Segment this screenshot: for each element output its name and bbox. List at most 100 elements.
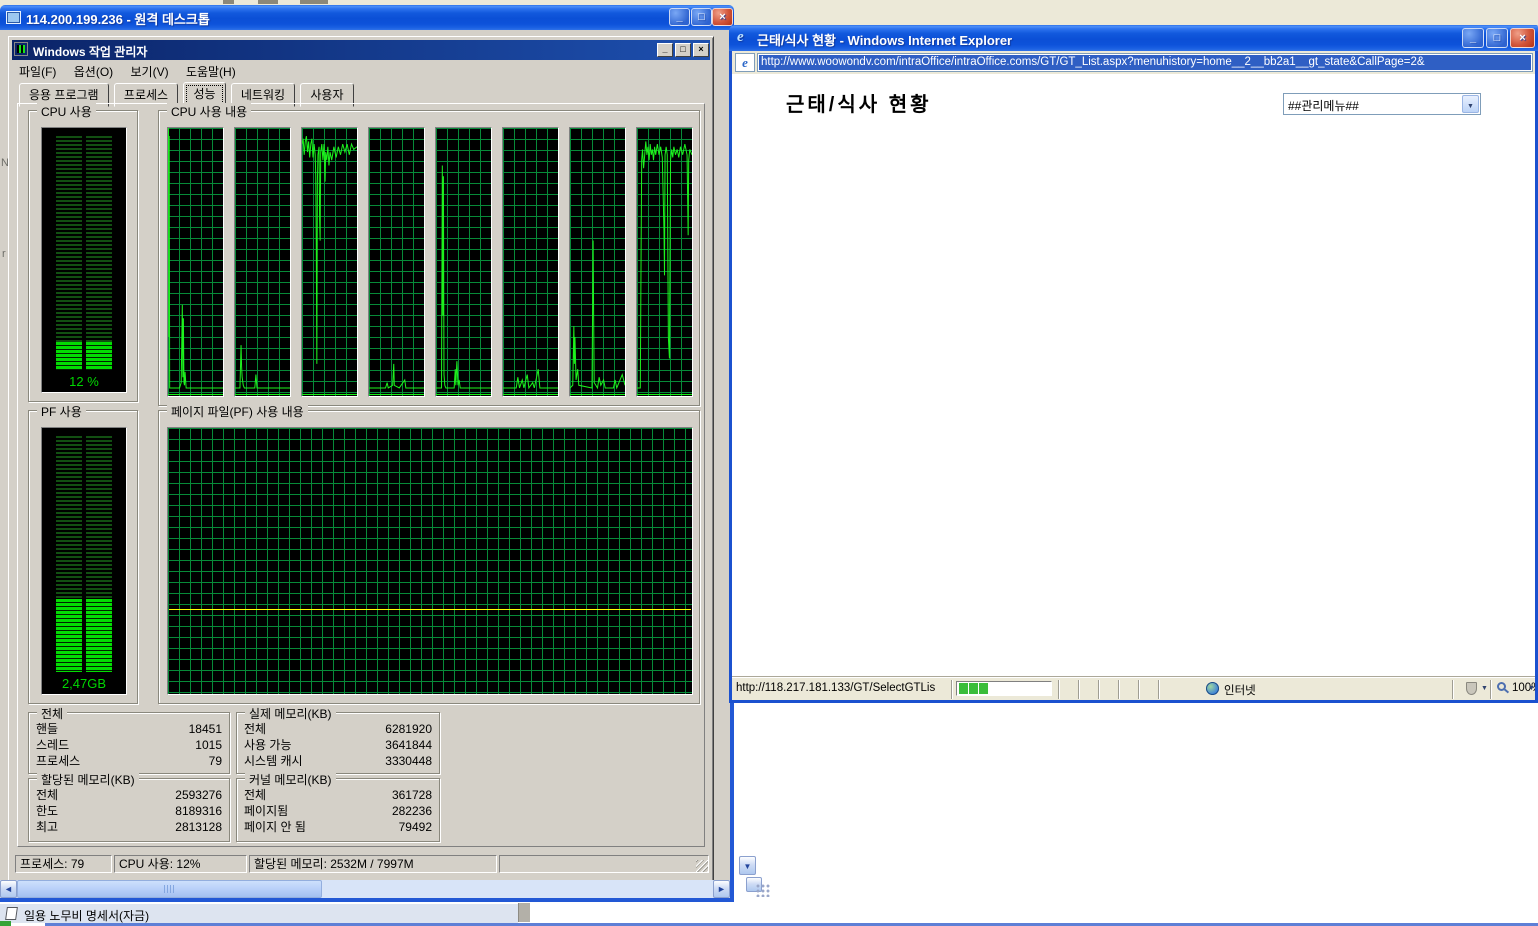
stat-label: 페이지됨 <box>244 803 288 819</box>
taskmgr-titlebar[interactable]: Windows 작업 관리자 _ □ × <box>12 40 710 60</box>
menu-view[interactable]: 보기(V) <box>124 61 176 82</box>
progress-block <box>959 683 968 694</box>
ie-bottom-border <box>729 700 1538 703</box>
bottom-window-bar[interactable]: 일용 노무비 명세서(자금) <box>0 903 518 923</box>
stat-value: 18451 <box>189 721 222 737</box>
admin-menu-select[interactable]: ##관리메뉴## ▼ <box>1283 93 1481 115</box>
cpu-history-graph <box>368 127 425 397</box>
status-empty-cell <box>499 855 709 873</box>
zoom-dropdown-icon[interactable]: ▼ <box>1528 685 1535 692</box>
stat-value: 8189316 <box>175 803 222 819</box>
kernel-memory-group: 커널 메모리(KB) 전체361728 페이지됨282236 페이지 안 됨79… <box>236 778 440 842</box>
stat-value: 2593276 <box>175 787 222 803</box>
rdp-horizontal-scrollbar[interactable]: ◄ ► <box>0 880 730 898</box>
stat-value: 79 <box>209 753 222 769</box>
start-button-fragment[interactable] <box>0 921 11 926</box>
ie-address-bar: e http://www.woowondv.com/intraOffice/in… <box>732 51 1535 74</box>
commit-charge-group: 할당된 메모리(KB) 전체2593276 한도8189316 최고281312… <box>28 778 230 842</box>
rdp-maximize-button[interactable]: □ <box>691 8 712 26</box>
ie-maximize-button[interactable]: □ <box>1486 28 1508 48</box>
rdp-title: 114.200.199.236 - 원격 데스크톱 <box>26 9 210 28</box>
progress-block <box>979 683 988 694</box>
address-input[interactable]: http://www.woowondv.com/intraOffice/intr… <box>757 53 1533 72</box>
background-resize-grip <box>756 884 770 897</box>
cpu-history-group: CPU 사용 내용 <box>158 110 700 406</box>
stat-label: 페이지 안 됨 <box>244 819 306 835</box>
maximize-icon: □ <box>680 44 685 54</box>
stat-label: 시스템 캐시 <box>244 753 303 769</box>
stat-label: 전체 <box>244 787 266 803</box>
close-icon: × <box>698 44 703 54</box>
ie-logo-icon: e <box>737 29 753 45</box>
menu-help[interactable]: 도움말(H) <box>179 61 243 82</box>
taskmgr-close-button[interactable]: × <box>693 43 709 57</box>
stat-value: 3330448 <box>385 753 432 769</box>
page-title: 근태/식사 현황 <box>786 88 932 117</box>
ie-minimize-button[interactable]: _ <box>1462 28 1484 48</box>
status-loading-url: http://118.217.181.133/GT/SelectGTLis <box>736 682 948 694</box>
scroll-left-icon: ◄ <box>4 884 13 894</box>
cpu-history-graph <box>301 127 358 397</box>
close-icon: × <box>719 11 725 23</box>
stat-value: 2813128 <box>175 819 222 835</box>
phishing-filter-icon[interactable] <box>1466 682 1477 695</box>
physical-memory-title: 실제 메모리(KB) <box>245 705 336 722</box>
menu-options[interactable]: 옵션(O) <box>67 61 120 82</box>
resize-grip[interactable] <box>696 860 708 872</box>
totals-group: 전체 핸들18451 스레드1015 프로세스79 <box>28 712 230 774</box>
maximize-icon: □ <box>1494 32 1501 44</box>
pf-usage-gauge: 2,47GB <box>41 427 127 695</box>
taskmgr-minimize-button[interactable]: _ <box>657 43 673 57</box>
menu-file[interactable]: 파일(F) <box>12 61 63 82</box>
stat-label: 프로세스 <box>36 753 80 769</box>
stat-label: 전체 <box>36 787 58 803</box>
zoom-magnifier-handle <box>1504 689 1509 694</box>
status-cpu-usage: CPU 사용: 12% <box>114 855 247 873</box>
pf-gauge-led-column <box>56 436 82 672</box>
rdp-close-button[interactable]: × <box>712 8 733 26</box>
task-manager-window: Windows 작업 관리자 _ □ × 파일(F) 옵션(O) 보기(V) 도… <box>8 36 714 882</box>
cpu-history-graph <box>636 127 693 397</box>
taskmgr-maximize-button[interactable]: □ <box>675 43 691 57</box>
pf-gauge-led-column <box>86 436 112 672</box>
phishing-dropdown-icon[interactable]: ▼ <box>1481 685 1488 692</box>
pf-history-line <box>169 609 691 610</box>
pf-history-group: 페이지 파일(PF) 사용 내용 <box>158 410 700 704</box>
progress-bar <box>956 681 1052 696</box>
ie-close-button[interactable]: × <box>1510 28 1535 48</box>
cpu-history-graph <box>502 127 559 397</box>
page-icon: e <box>735 53 755 72</box>
taskmgr-statusbar: 프로세스: 79 CPU 사용: 12% 할당된 메모리: 2532M / 79… <box>13 855 709 875</box>
pf-usage-value: 2,47GB <box>42 676 126 692</box>
remote-desktop-icon <box>6 11 21 24</box>
pf-history-graph <box>167 427 693 695</box>
status-commit-charge: 할당된 메모리: 2532M / 7997M <box>249 855 497 873</box>
cpu-usage-value: 12 % <box>42 374 126 390</box>
maximize-icon: □ <box>698 11 705 23</box>
cpu-history-label: CPU 사용 내용 <box>167 103 251 120</box>
scroll-left-button[interactable]: ◄ <box>0 880 17 898</box>
cpu-history-graph <box>569 127 626 397</box>
scrollbar-thumb[interactable] <box>17 880 322 898</box>
ie-page: 근태/식사 현황 ##관리메뉴## ▼ <box>732 74 1535 677</box>
pf-history-label: 페이지 파일(PF) 사용 내용 <box>167 403 308 420</box>
remote-desktop-window: 114.200.199.236 - 원격 데스크톱 _ □ × N r Wind… <box>0 5 734 902</box>
chevron-down-icon[interactable]: ▼ <box>1462 95 1479 113</box>
ie-statusbar: http://118.217.181.133/GT/SelectGTLis 인터… <box>732 677 1535 701</box>
address-url-selected: http://www.woowondv.com/intraOffice/intr… <box>759 55 1531 70</box>
ie-left-border <box>729 51 732 703</box>
background-scroll-down-button[interactable]: ▼ <box>739 856 756 875</box>
stat-label: 스레드 <box>36 737 69 753</box>
kernel-memory-title: 커널 메모리(KB) <box>245 771 336 788</box>
pf-usage-label: PF 사용 <box>37 403 86 420</box>
background-window-fragment <box>258 0 278 4</box>
desktop-artifact-text: r <box>2 248 6 260</box>
ie-titlebar[interactable]: e 근태/식사 현황 - Windows Internet Explorer _… <box>729 25 1538 51</box>
bottom-bar-separator <box>518 903 531 922</box>
rdp-titlebar[interactable]: 114.200.199.236 - 원격 데스크톱 _ □ × <box>0 5 734 31</box>
stat-label: 최고 <box>36 819 58 835</box>
cpu-gauge-led-column <box>56 136 82 370</box>
rdp-minimize-button[interactable]: _ <box>669 8 690 26</box>
scroll-right-button[interactable]: ► <box>713 880 730 898</box>
minimize-icon: _ <box>662 44 667 54</box>
